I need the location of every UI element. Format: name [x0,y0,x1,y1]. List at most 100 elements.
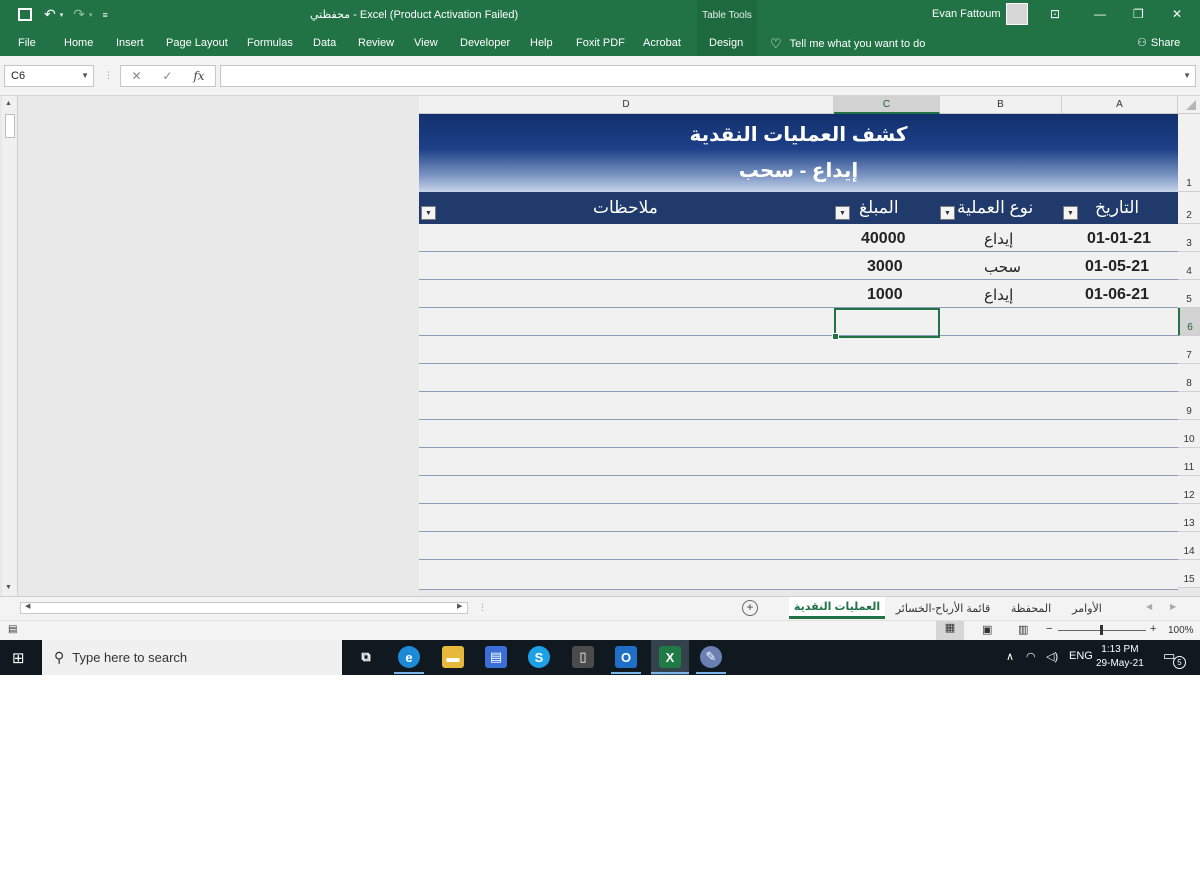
tab-data[interactable]: Data [313,37,336,49]
add-sheet-button[interactable]: + [742,600,758,616]
tab-acrobat[interactable]: Acrobat [643,37,681,49]
restore-icon[interactable]: ❐ [1133,7,1144,21]
formula-input[interactable]: ▼ [220,65,1196,87]
header-type[interactable]: نوع العملية [957,198,1033,218]
ribbon-display-icon[interactable]: ⊡ [1050,7,1060,21]
table-row[interactable] [419,448,1178,476]
row-header-6[interactable]: 6 [1178,308,1200,336]
row-header-15[interactable]: 15 [1178,560,1200,588]
sheet-tab-profit-loss[interactable]: قائمة الأرباح-الخسائر [889,597,997,619]
row-header-2[interactable]: 2 [1178,192,1200,224]
chevron-up-icon[interactable]: ∧ [1006,650,1014,663]
tab-file[interactable]: File [18,37,36,49]
table-row[interactable] [419,336,1178,364]
row-header-13[interactable]: 13 [1178,504,1200,532]
close-icon[interactable]: ✕ [1172,7,1182,21]
scroll-up-icon[interactable]: ▲ [5,100,12,107]
row-header-8[interactable]: 8 [1178,364,1200,392]
sheet-banner[interactable]: كشف العمليات النقدية إيداع - سحب [419,114,1178,192]
redo-dropdown-icon[interactable]: ▾ [89,11,93,19]
sheet-tab-cash-operations[interactable]: العمليات النقدية [789,597,885,619]
expand-formula-bar-icon[interactable]: ▼ [1183,71,1191,80]
column-header-d[interactable]: D [419,96,834,114]
zoom-in-icon[interactable]: + [1150,623,1156,635]
page-break-view-icon[interactable]: ▥ [1018,623,1028,636]
column-header-b[interactable]: B [940,96,1062,114]
customize-toolbar-icon[interactable]: ≡ [103,10,108,20]
scroll-thumb[interactable] [5,114,15,138]
insert-function-icon[interactable]: fx [193,69,204,83]
volume-icon[interactable]: ◁) [1046,650,1058,663]
chevron-down-icon[interactable]: ▼ [81,71,89,80]
tab-formulas[interactable]: Formulas [247,37,293,49]
row-header-4[interactable]: 4 [1178,252,1200,280]
column-header-a[interactable]: A [1062,96,1178,114]
edge-icon[interactable]: e [398,646,420,668]
share-button[interactable]: ⚇ Share [1137,36,1180,50]
table-row[interactable]: 01-06-21 إيداع 1000 [419,280,1178,308]
task-view-icon[interactable]: ⧉ [355,646,377,668]
row-header-3[interactable]: 3 [1178,224,1200,252]
sheet-tab-orders[interactable]: الأوامر [1065,597,1109,619]
worksheet-grid[interactable]: ▲ ▼ D C B A 1 2 3 4 5 6 7 8 9 10 11 12 1… [0,96,1200,596]
file-explorer-icon[interactable]: ▬ [442,646,464,668]
header-amount[interactable]: المبلغ [859,198,899,218]
skype-icon[interactable]: S [528,646,550,668]
cell-type[interactable]: إيداع [984,230,1013,248]
save-icon[interactable] [18,8,32,21]
vertical-scrollbar[interactable]: ▲ ▼ [2,96,18,596]
tell-me-search[interactable]: ♡ Tell me what you want to do [770,36,925,52]
tab-insert[interactable]: Insert [116,37,144,49]
filter-dropdown-icon[interactable]: ▼ [835,206,850,220]
row-header-10[interactable]: 10 [1178,420,1200,448]
scroll-left-icon[interactable]: ◀ [25,602,30,610]
row-header-1[interactable]: 1 [1178,114,1200,192]
name-box[interactable]: C6 ▼ [4,65,94,87]
row-header-12[interactable]: 12 [1178,476,1200,504]
tab-scroll-left-icon[interactable]: ◀ [1146,602,1152,611]
table-row[interactable] [419,364,1178,392]
user-name[interactable]: Evan Fattoum [932,8,1000,20]
header-date[interactable]: التاريخ [1095,198,1139,218]
column-header-c[interactable]: C [834,96,940,114]
cancel-icon[interactable]: ✕ [131,69,141,83]
tab-home[interactable]: Home [64,37,93,49]
macro-record-icon[interactable]: ▤ [8,624,17,635]
header-notes[interactable]: ملاحظات [593,198,658,218]
tab-developer[interactable]: Developer [460,37,510,49]
cell-amount[interactable]: 1000 [867,286,903,304]
selected-cell[interactable] [832,308,940,340]
cell-date[interactable]: 01-06-21 [1085,286,1149,304]
horizontal-scrollbar[interactable]: ◀ ▶ [20,602,468,614]
table-row[interactable]: 01-05-21 سحب 3000 [419,252,1178,280]
sheet-tab-portfolio[interactable]: المحفظة [1001,597,1061,619]
avatar[interactable] [1006,3,1028,25]
tab-design[interactable]: Design [709,37,743,49]
minimize-icon[interactable]: — [1094,7,1106,21]
tab-review[interactable]: Review [358,37,394,49]
tab-scroll-right-icon[interactable]: ▶ [1170,602,1176,611]
cell-type[interactable]: سحب [984,258,1021,276]
store-icon[interactable]: ▤ [485,646,507,668]
zoom-slider-handle[interactable] [1100,625,1103,635]
cell-date[interactable]: 01-01-21 [1087,230,1151,248]
more-options-icon[interactable]: ⋮ [104,70,113,81]
zoom-level[interactable]: 100% [1168,625,1194,636]
enter-icon[interactable]: ✓ [162,69,172,83]
select-all-corner[interactable] [1178,96,1200,114]
filter-dropdown-icon[interactable]: ▼ [421,206,436,220]
filter-dropdown-icon[interactable]: ▼ [940,206,955,220]
undo-dropdown-icon[interactable]: ▾ [60,11,64,19]
cell-date[interactable]: 01-05-21 [1085,258,1149,276]
outlook-icon[interactable]: O [615,646,637,668]
row-header-5[interactable]: 5 [1178,280,1200,308]
row-header-7[interactable]: 7 [1178,336,1200,364]
zoom-out-icon[interactable]: − [1046,623,1052,635]
table-row[interactable] [419,392,1178,420]
cell-amount[interactable]: 40000 [861,230,906,248]
undo-icon[interactable]: ↶ [44,6,56,23]
taskbar-search[interactable]: ⚲ Type here to search [42,640,342,675]
paint-icon[interactable]: ✎ [700,646,722,668]
redo-icon[interactable]: ↷ [73,6,85,23]
tab-help[interactable]: Help [530,37,553,49]
